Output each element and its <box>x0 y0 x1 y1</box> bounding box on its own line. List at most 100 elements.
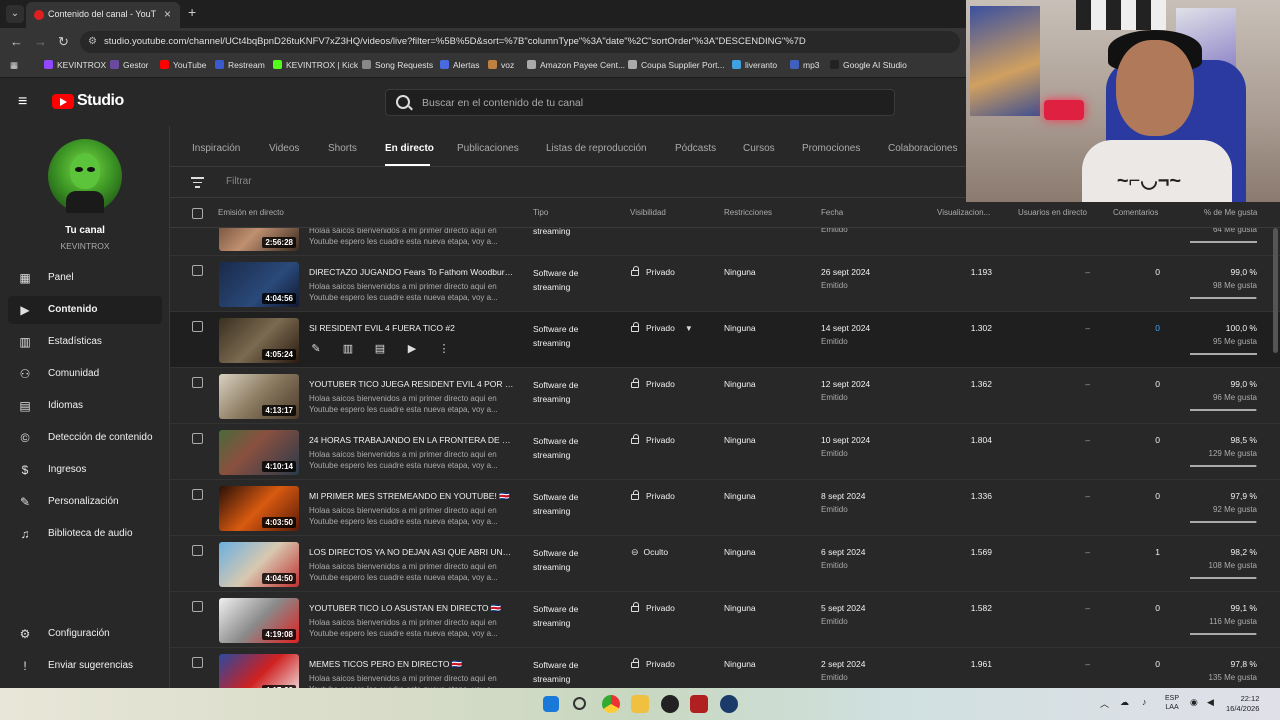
video-title[interactable]: MEMES TICOS PERO EN DIRECTO 🇨🇷 <box>309 659 514 670</box>
row-checkbox[interactable] <box>192 489 203 500</box>
bookmark-item[interactable]: KEVINTROX | Kick <box>273 60 358 70</box>
bookmark-item[interactable]: Restream <box>215 60 265 70</box>
network-icon[interactable]: ☁ <box>1120 697 1129 708</box>
tab-6[interactable]: Pódcasts <box>675 143 716 154</box>
sidebar-item-copyright[interactable]: © Detección de contenido <box>8 424 162 452</box>
sidebar-item-audio-library[interactable]: ♫ Biblioteca de audio <box>8 520 162 548</box>
video-thumbnail[interactable]: 4:19:08 <box>219 598 299 643</box>
table-row[interactable]: 4:10:14 24 HORAS TRABAJANDO EN LA FRONTER… <box>170 424 1280 480</box>
tab-search-button[interactable]: ⌄ <box>6 5 24 23</box>
tab-0[interactable]: Inspiración <box>192 143 240 154</box>
sidebar-item-content[interactable]: ▶ Contenido <box>8 296 162 324</box>
row-checkbox[interactable] <box>192 433 203 444</box>
select-all-checkbox[interactable] <box>192 208 203 219</box>
windows-start-icon[interactable] <box>543 696 559 712</box>
table-row[interactable]: 4:05:24 SI RESIDENT EVIL 4 FUERA TICO #2 ✎… <box>170 312 1280 368</box>
table-row[interactable]: 4:17:22 MEMES TICOS PERO EN DIRECTO 🇨🇷 Hol… <box>170 648 1280 688</box>
video-thumbnail[interactable]: 4:10:14 <box>219 430 299 475</box>
table-row[interactable]: 4:04:56 DIRECTAZO JUGANDO Fears To Fathom… <box>170 256 1280 312</box>
comments-icon[interactable]: ▤ <box>373 342 387 356</box>
new-tab-button[interactable]: + <box>188 4 196 20</box>
bookmark-item[interactable]: Coupa Supplier Port... <box>628 60 725 70</box>
video-title[interactable]: YOUTUBER TICO JUEGA RESIDENT EVIL 4 POR … <box>309 379 514 389</box>
address-bar[interactable]: ⚙ studio.youtube.com/channel/UCt4bqBpnD2… <box>80 31 960 53</box>
table-row[interactable]: 4:13:17 YOUTUBER TICO JUEGA RESIDENT EVIL… <box>170 368 1280 424</box>
tab-3[interactable]: En directo <box>385 143 434 154</box>
sidebar-item-customization[interactable]: ✎ Personalización <box>8 488 162 516</box>
bookmark-item[interactable]: Song Requests <box>362 60 433 70</box>
sidebar-item-settings[interactable]: ⚙ Configuración <box>8 620 162 648</box>
comments-cell[interactable]: 0 <box>1120 323 1160 333</box>
reload-button[interactable]: ↻ <box>58 34 69 50</box>
table-row[interactable]: 4:03:50 MI PRIMER MES STREMEANDO EN YOUTU… <box>170 480 1280 536</box>
col-likes[interactable]: % de Me gusta <box>1204 208 1257 217</box>
sidebar-item-analytics[interactable]: ▥ Estadísticas <box>8 328 162 356</box>
site-info-icon[interactable]: ⚙ <box>88 36 97 47</box>
analytics-icon[interactable]: ▥ <box>341 342 355 356</box>
video-thumbnail[interactable]: 4:05:24 <box>219 318 299 363</box>
sidebar-item-monetization[interactable]: $ Ingresos <box>8 456 162 484</box>
col-date[interactable]: Fecha <box>821 208 843 217</box>
wifi-icon[interactable]: ◉ <box>1190 697 1198 708</box>
video-thumbnail[interactable]: 4:03:50 <box>219 486 299 531</box>
row-checkbox[interactable] <box>192 601 203 612</box>
table-row[interactable]: 2:56:28 Holaa saicos bienvenidos a mi pri… <box>170 228 1280 256</box>
bookmark-item[interactable]: KEVINTROX <box>44 60 106 70</box>
tab-1[interactable]: Videos <box>269 143 299 154</box>
obs-icon[interactable] <box>661 695 679 713</box>
microphone-icon[interactable]: ♪ <box>1142 697 1147 707</box>
tray-chevron-icon[interactable]: ︿ <box>1100 697 1109 710</box>
visibility-cell[interactable]: Privado ▼ <box>631 322 693 333</box>
tab-5[interactable]: Listas de reproducción <box>546 143 647 154</box>
bookmark-item[interactable]: Amazon Payee Cent... <box>527 60 625 70</box>
language-indicator[interactable]: ESP LAA <box>1165 694 1179 712</box>
browser-tab-active[interactable]: Contenido del canal - YouTube × <box>26 2 180 28</box>
youtube-logo-icon[interactable] <box>52 94 74 109</box>
apps-grid-icon[interactable]: ▦ <box>10 60 18 71</box>
row-checkbox[interactable] <box>192 265 203 276</box>
steam-icon[interactable] <box>720 695 738 713</box>
filter-icon[interactable] <box>191 177 204 191</box>
bookmark-item[interactable]: mp3 <box>790 60 820 70</box>
clock[interactable]: 22:12 16/4/2026 <box>1226 694 1259 714</box>
tab-7[interactable]: Cursos <box>743 143 775 154</box>
bookmark-item[interactable]: Google AI Studio <box>830 60 907 70</box>
bookmark-item[interactable]: Alertas <box>440 60 479 70</box>
bookmark-item[interactable]: voz <box>488 60 514 70</box>
sidebar-item-community[interactable]: ⚇ Comunidad <box>8 360 162 388</box>
volume-icon[interactable]: ◀ <box>1207 697 1214 708</box>
file-explorer-icon[interactable] <box>631 695 649 713</box>
row-checkbox[interactable] <box>192 321 203 332</box>
youtube-view-icon[interactable]: ▶ <box>405 342 419 356</box>
tab-4[interactable]: Publicaciones <box>457 143 519 154</box>
edit-icon[interactable]: ✎ <box>309 342 323 356</box>
search-taskbar-icon[interactable] <box>573 697 586 710</box>
tab-9[interactable]: Colaboraciones <box>888 143 958 154</box>
col-views[interactable]: Visualizacion... <box>937 208 990 217</box>
more-options-icon[interactable]: ⋮ <box>437 342 451 356</box>
chrome-icon[interactable] <box>602 695 620 713</box>
video-title[interactable]: DIRECTAZO JUGANDO Fears To Fathom Woodbu… <box>309 267 514 277</box>
channel-search[interactable] <box>385 89 895 116</box>
row-checkbox[interactable] <box>192 657 203 668</box>
app-icon[interactable] <box>690 695 708 713</box>
bookmark-item[interactable]: YouTube <box>160 60 206 70</box>
video-thumbnail[interactable]: 4:13:17 <box>219 374 299 419</box>
col-live-users[interactable]: Usuarios en directo <box>1018 208 1087 217</box>
video-title[interactable]: SI RESIDENT EVIL 4 FUERA TICO #2 <box>309 323 514 333</box>
scrollbar[interactable] <box>1273 228 1278 353</box>
sidebar-item-feedback[interactable]: ! Enviar sugerencias <box>8 652 162 680</box>
video-thumbnail[interactable]: 4:04:50 <box>219 542 299 587</box>
col-comments[interactable]: Comentarios <box>1113 208 1158 217</box>
search-input[interactable] <box>422 94 882 112</box>
sidebar-item-subtitles[interactable]: ▤ Idiomas <box>8 392 162 420</box>
back-button[interactable]: ← <box>10 34 23 49</box>
video-thumbnail[interactable]: 2:56:28 <box>219 228 299 251</box>
tab-2[interactable]: Shorts <box>328 143 357 154</box>
video-title[interactable]: LOS DIRECTOS YA NO DEJAN ASI QUE ABRI UN… <box>309 547 514 557</box>
table-row[interactable]: 4:19:08 YOUTUBER TICO LO ASUSTAN EN DIREC… <box>170 592 1280 648</box>
chevron-down-icon[interactable]: ▼ <box>685 324 693 333</box>
filter-input[interactable] <box>226 176 426 187</box>
video-title[interactable]: 24 HORAS TRABAJANDO EN LA FRONTERA DE CO… <box>309 435 514 445</box>
video-thumbnail[interactable]: 4:17:22 <box>219 654 299 688</box>
